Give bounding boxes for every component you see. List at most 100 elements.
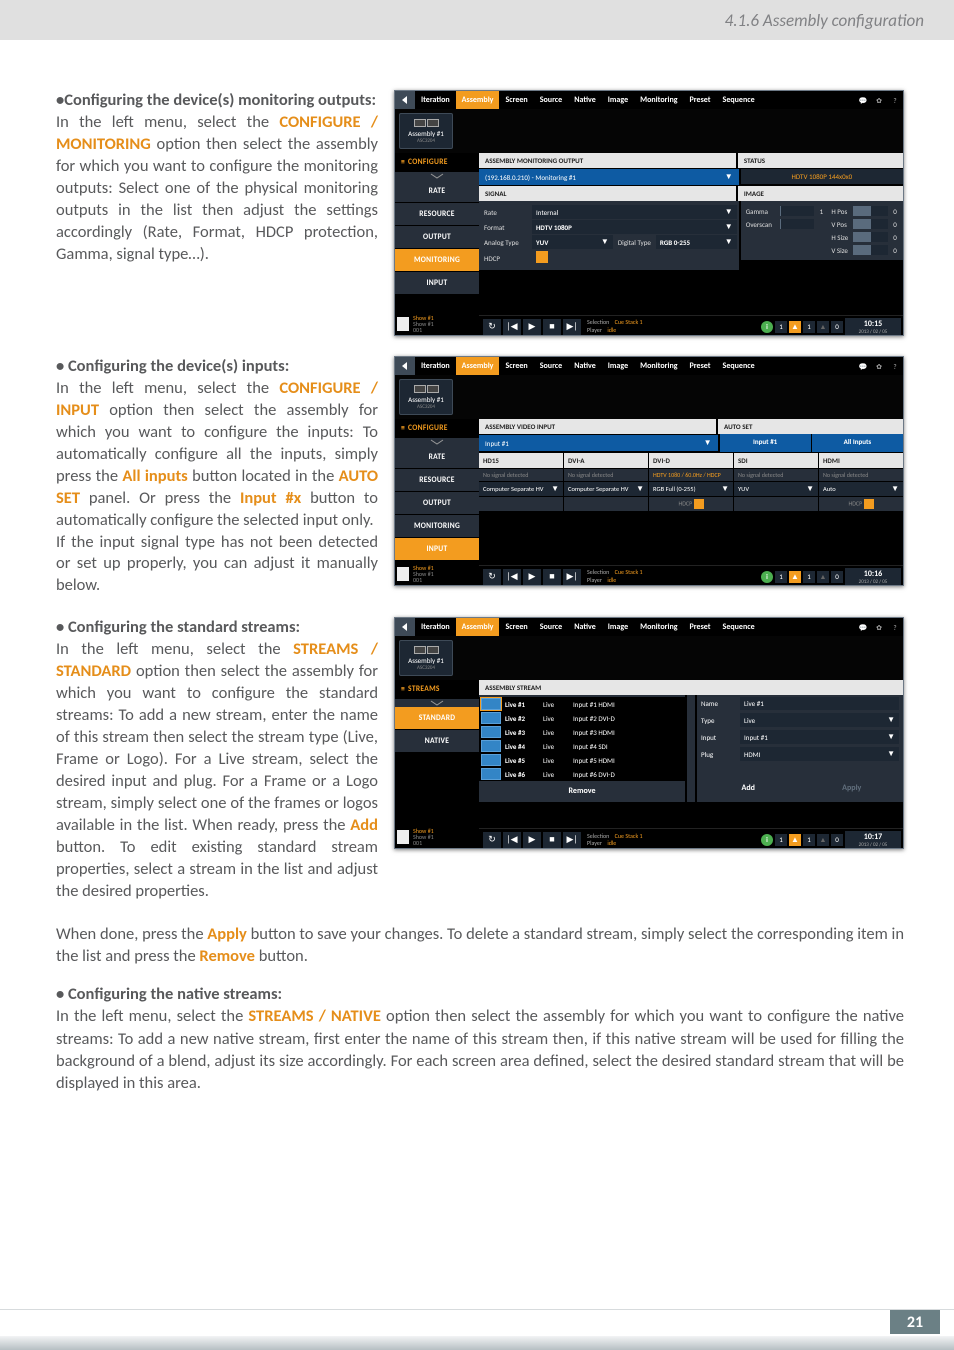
- help-icon[interactable]: ?: [887, 618, 903, 636]
- tab-native[interactable]: Native: [568, 91, 602, 109]
- slider-hpos[interactable]: [853, 206, 888, 216]
- sidebar-item-output[interactable]: OUTPUT: [395, 492, 479, 514]
- tab-screen[interactable]: Screen: [499, 91, 533, 109]
- stop-button[interactable]: ■: [543, 319, 561, 335]
- info-badge-icon[interactable]: i: [761, 571, 773, 583]
- list-item[interactable]: Live #2LiveInput #2 DVI-D: [479, 711, 685, 725]
- gear-icon[interactable]: ✿: [871, 357, 887, 375]
- slider-vsize[interactable]: [853, 245, 888, 255]
- slider-hsize[interactable]: [853, 232, 888, 242]
- tab-assembly[interactable]: Assembly: [456, 91, 500, 109]
- sidebar-item-input[interactable]: INPUT: [395, 538, 479, 560]
- list-item[interactable]: Live #3LiveInput #3 HDMI: [479, 725, 685, 739]
- gear-icon[interactable]: ✿: [871, 91, 887, 109]
- tab-sequence[interactable]: Sequence: [717, 91, 761, 109]
- stop-button[interactable]: ■: [543, 569, 561, 585]
- sidebar-item-rate[interactable]: RATE: [395, 446, 479, 468]
- back-button[interactable]: [395, 618, 415, 636]
- tab-source[interactable]: Source: [534, 357, 568, 375]
- apply-button[interactable]: Apply: [801, 779, 904, 797]
- list-item[interactable]: Live #5LiveInput #5 HDMI: [479, 753, 685, 767]
- gear-icon[interactable]: ✿: [871, 618, 887, 636]
- chat-icon[interactable]: 💬: [855, 357, 871, 375]
- scrollbar[interactable]: [687, 695, 695, 802]
- dropdown-input[interactable]: Input #1▼: [740, 730, 899, 744]
- chat-icon[interactable]: 💬: [855, 618, 871, 636]
- assembly-chip[interactable]: Assembly #1 ASC3204: [399, 379, 453, 415]
- slider-gamma[interactable]: [780, 206, 815, 216]
- stop-button[interactable]: ■: [543, 832, 561, 848]
- dropdown-type[interactable]: Live▼: [740, 713, 899, 727]
- list-item[interactable]: Live #6LiveInput #6 DVI-D: [479, 767, 685, 781]
- sidebar-item-rate[interactable]: RATE: [395, 180, 479, 202]
- play-button[interactable]: ▶: [523, 569, 541, 585]
- tab-source[interactable]: Source: [534, 618, 568, 636]
- warning-icon[interactable]: ▲: [789, 321, 801, 333]
- monitor-select[interactable]: (192.168.0.210) - Monitoring #1▼: [479, 169, 739, 185]
- sidebar-item-resource[interactable]: RESOURCE: [395, 469, 479, 491]
- back-button[interactable]: [395, 357, 415, 375]
- next-button[interactable]: ▶|: [563, 569, 581, 585]
- dropdown-hdmi[interactable]: Auto▼: [819, 482, 903, 496]
- chat-icon[interactable]: 💬: [855, 91, 871, 109]
- reload-button[interactable]: ↻: [483, 569, 501, 585]
- warning-icon[interactable]: ▲: [789, 571, 801, 583]
- sidebar-item-resource[interactable]: RESOURCE: [395, 203, 479, 225]
- help-icon[interactable]: ?: [887, 357, 903, 375]
- tab-source[interactable]: Source: [534, 91, 568, 109]
- assembly-chip[interactable]: Assembly #1 ASC3204: [399, 640, 453, 676]
- sidebar-item-output[interactable]: OUTPUT: [395, 226, 479, 248]
- next-button[interactable]: ▶|: [563, 832, 581, 848]
- dropdown-hd15[interactable]: Computer Separate HV▼: [479, 482, 563, 496]
- tab-preset[interactable]: Preset: [684, 618, 717, 636]
- assembly-chip[interactable]: Assembly #1 ASC3204: [399, 113, 453, 149]
- dropdown-rate[interactable]: Internal▼: [532, 205, 737, 219]
- help-icon[interactable]: ?: [887, 91, 903, 109]
- dropdown-format[interactable]: HDTV 1080P▼: [532, 220, 737, 234]
- back-button[interactable]: [395, 91, 415, 109]
- sidebar-item-monitoring[interactable]: MONITORING: [395, 515, 479, 537]
- dropdown-digital[interactable]: RGB 0-255▼: [656, 235, 737, 249]
- remove-button[interactable]: Remove: [479, 782, 685, 800]
- tab-sequence[interactable]: Sequence: [717, 357, 761, 375]
- dropdown-dvia[interactable]: Computer Separate HV▼: [564, 482, 648, 496]
- dropdown-dvid[interactable]: RGB Full (0-255)▼: [649, 482, 733, 496]
- tab-native[interactable]: Native: [568, 618, 602, 636]
- sidebar-item-monitoring[interactable]: MONITORING: [395, 249, 479, 271]
- sidebar-item-input[interactable]: INPUT: [395, 272, 479, 294]
- play-button[interactable]: ▶: [523, 832, 541, 848]
- next-button[interactable]: ▶|: [563, 319, 581, 335]
- tab-image[interactable]: Image: [602, 618, 634, 636]
- prev-button[interactable]: |◀: [503, 569, 521, 585]
- warning-icon[interactable]: ▲: [789, 834, 801, 846]
- tab-assembly[interactable]: Assembly: [456, 618, 500, 636]
- sidebar-item-native[interactable]: NATIVE: [395, 730, 479, 752]
- play-button[interactable]: ▶: [523, 319, 541, 335]
- autoset-all-button[interactable]: All Inputs: [812, 434, 903, 452]
- reload-button[interactable]: ↻: [483, 319, 501, 335]
- tab-iteration[interactable]: Iteration: [415, 357, 456, 375]
- input-name[interactable]: Live #1: [740, 697, 899, 710]
- tab-iteration[interactable]: Iteration: [415, 91, 456, 109]
- prev-button[interactable]: |◀: [503, 832, 521, 848]
- tab-native[interactable]: Native: [568, 357, 602, 375]
- tab-iteration[interactable]: Iteration: [415, 618, 456, 636]
- dropdown-plug[interactable]: HDMI▼: [740, 747, 899, 761]
- tab-image[interactable]: Image: [602, 357, 634, 375]
- slider-overscan[interactable]: [780, 219, 815, 229]
- tab-preset[interactable]: Preset: [684, 91, 717, 109]
- add-button[interactable]: Add: [697, 779, 800, 797]
- tab-assembly[interactable]: Assembly: [456, 357, 500, 375]
- list-item[interactable]: Live #4LiveInput #4 SDI: [479, 739, 685, 753]
- hdcp-checkbox[interactable]: [864, 499, 874, 509]
- reload-button[interactable]: ↻: [483, 832, 501, 848]
- tab-monitoring-menu[interactable]: Monitoring: [634, 91, 683, 109]
- tab-preset[interactable]: Preset: [684, 357, 717, 375]
- prev-button[interactable]: |◀: [503, 319, 521, 335]
- dropdown-analog[interactable]: YUV▼: [532, 235, 613, 249]
- dropdown-sdi[interactable]: YUV▼: [734, 482, 818, 496]
- tab-image[interactable]: Image: [602, 91, 634, 109]
- tab-monitoring-menu[interactable]: Monitoring: [634, 618, 683, 636]
- list-item[interactable]: Live #1LiveInput #1 HDMI: [479, 697, 685, 711]
- tab-monitoring-menu[interactable]: Monitoring: [634, 357, 683, 375]
